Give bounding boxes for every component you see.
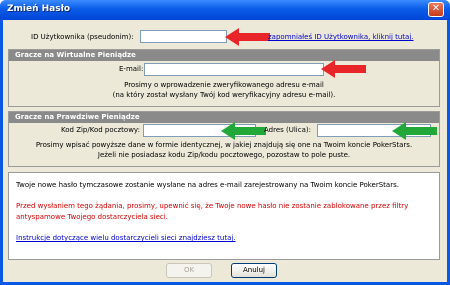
- real-money-section: Gracze na Prawdziwe Pieniądze Kod Zip/Ko…: [8, 111, 440, 167]
- real-money-note-line1: Prosimy wpisać powyższe dane w formie id…: [35, 141, 413, 149]
- warning-line1: Przed wysłaniem tego żądania, prosimy, u…: [16, 202, 409, 210]
- real-money-note-line2: Jeżeli nie posiadasz kodu Zip/kodu poczt…: [97, 151, 351, 159]
- green-arrow-icon: [221, 122, 266, 140]
- ok-button[interactable]: OK: [166, 263, 212, 278]
- email-input[interactable]: [144, 63, 324, 76]
- info-box: Twoje nowe hasło tymczasowe zostanie wys…: [8, 172, 440, 260]
- close-icon: ✕: [431, 3, 441, 14]
- zip-label: Kod Zip/Kod pocztowy:: [61, 126, 140, 134]
- title-bar[interactable]: Zmień Hasło ✕: [0, 0, 450, 20]
- dialog-window: Zmień Hasło ✕ ID Użytkownika (pseudonim)…: [0, 0, 450, 285]
- play-money-heading: Gracze na Wirtualne Pieniądze: [9, 50, 439, 61]
- email-note-line2: (na który został wysłany Twój kod weryfi…: [112, 91, 336, 99]
- isp-instructions-link[interactable]: Instrukcje dotyczące wielu dostarczyciel…: [16, 234, 236, 242]
- email-note-line1: Prosimy o wprowadzenie zweryfikowanego a…: [124, 81, 324, 89]
- cancel-button[interactable]: Anuluj: [231, 263, 277, 278]
- forgot-user-id-link[interactable]: zapomniałeś ID Użytkownika, kliknij tuta…: [268, 33, 414, 41]
- red-arrow-icon: [225, 28, 270, 46]
- email-label: E-mail:: [119, 65, 144, 73]
- user-id-input[interactable]: [140, 30, 227, 43]
- green-arrow-icon: [392, 122, 437, 140]
- close-button[interactable]: ✕: [428, 2, 444, 17]
- warning-line2: antyspamowe Twojego dostarczyciela sieci…: [16, 213, 168, 221]
- red-arrow-icon: [321, 60, 366, 78]
- window-title: Zmień Hasło: [7, 4, 71, 14]
- address-label: Adres (Ulica):: [264, 126, 311, 134]
- play-money-section: Gracze na Wirtualne Pieniądze E-mail: Pr…: [8, 49, 440, 107]
- info-line1: Twoje nowe hasło tymczasowe zostanie wys…: [16, 181, 399, 189]
- dialog-body: ID Użytkownika (pseudonim): zapomniałeś …: [3, 20, 447, 282]
- user-id-label: ID Użytkownika (pseudonim):: [31, 33, 134, 41]
